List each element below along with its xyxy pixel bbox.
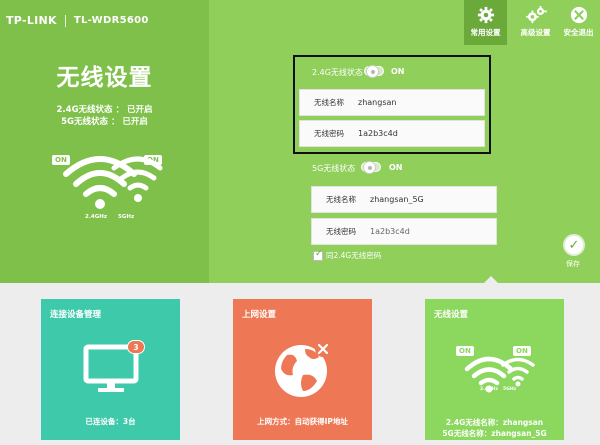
status-24g: 2.4G无线状态 ： 已开启 [56,105,153,115]
band24-password-field: 无线密码 [299,120,485,147]
active-card-pointer [484,276,498,283]
globe-icon [275,341,331,397]
band24-toggle[interactable] [364,65,384,78]
same-password-label: 同2.4G无线密码 [326,251,382,260]
nav-advanced-settings-label: 高级设置 [520,28,551,37]
band24-password-label: 无线密码 [314,129,344,138]
card-band-label-5g: 5GHz [503,387,517,392]
band-label-24g: 2.4GHz [85,214,108,220]
band5-toggle[interactable] [361,161,381,174]
band-label-5g: 5GHz [118,214,135,220]
band5-password-label: 无线密码 [326,227,356,236]
save-button[interactable]: ✓ [563,234,585,256]
status-5g: 5G无线状态 ： 已开启 [61,117,148,127]
band5-name-field: 无线名称 [311,186,497,213]
card-connected-devices[interactable]: 连接设备管理 3 已连设备：3台 [41,299,180,440]
save-label: 保存 [566,260,580,268]
nav-common-settings[interactable]: 常用设置 [464,0,507,45]
gears-icon [525,6,547,24]
card-internet-title: 上网设置 [242,310,277,320]
card-wifi-icon [464,356,535,393]
nav-logout-label: 安全退出 [563,28,594,37]
band5-password-input[interactable] [370,227,490,236]
nav-advanced-settings[interactable]: 高级设置 [514,0,557,45]
band24-name-label: 无线名称 [314,98,344,107]
brand-logo: TP-LINK [6,14,57,27]
band5-name-label: 无线名称 [326,195,356,204]
band24-name-input[interactable] [358,98,478,107]
wifi-icon [63,156,163,209]
card-wireless-title: 无线设置 [434,310,469,320]
band24-toggle-text: ON [391,67,405,76]
card-internet-footer: 上网方式：自动获得IP地址 [257,417,348,426]
top-navigation: 常用设置 高级设置 安全退出 [464,0,600,45]
wireless-status-summary: 2.4G无线状态 ： 已开启 5G无线状态 ： 已开启 [0,104,209,128]
top-panel: TP-LINK TL-WDR5600 无线设置 2.4G无线状态 ： 已开启 5… [0,0,600,283]
device-count-badge: 3 [127,340,145,354]
brand-divider [64,14,66,27]
band5-password-field: 无线密码 [311,218,497,245]
same-password-option[interactable]: 同2.4G无线密码 [313,249,382,261]
card-wireless-settings[interactable]: 无线设置 ON ON 2.4GHz 5GHz 2.4G无线名称：zhangsan… [425,299,564,440]
band5-toggle-text: ON [389,163,403,172]
card-devices-title: 连接设备管理 [50,310,102,320]
gear-icon [477,6,494,24]
band24-name-field: 无线名称 [299,89,485,116]
left-summary-panel: TP-LINK TL-WDR5600 无线设置 2.4G无线状态 ： 已开启 5… [0,0,209,283]
card-internet-settings[interactable]: 上网设置 上网方式：自动获得IP地址 [233,299,372,440]
dual-wifi-graphic: ON ON 2.4GHz 5GHz [48,144,172,224]
card-wireless-footer-5g: 5G无线名称：zhangsan_5G [442,429,547,438]
nav-logout[interactable]: 安全退出 [557,0,600,45]
band5-state-label: 5G无线状态 [312,164,356,173]
band5-name-input[interactable] [370,195,490,204]
same-password-checkbox[interactable] [313,249,323,261]
brand-model: TL-WDR5600 [73,15,149,26]
card-devices-footer: 已连设备：3台 [85,417,136,426]
checkmark-icon: ✓ [568,237,580,253]
card-band-label-24g: 2.4GHz [480,387,499,392]
brand: TP-LINK TL-WDR5600 [6,14,149,27]
nav-common-settings-label: 常用设置 [470,28,501,37]
page-title: 无线设置 [56,65,153,91]
card-wireless-footer: 2.4G无线名称：zhangsan 5G无线名称：zhangsan_5G [425,417,564,439]
card-wireless-footer-24g: 2.4G无线名称：zhangsan [445,418,544,427]
band24-password-input[interactable] [358,129,478,138]
band24-state-label: 2.4G无线状态 [312,68,363,77]
close-icon [570,6,587,24]
